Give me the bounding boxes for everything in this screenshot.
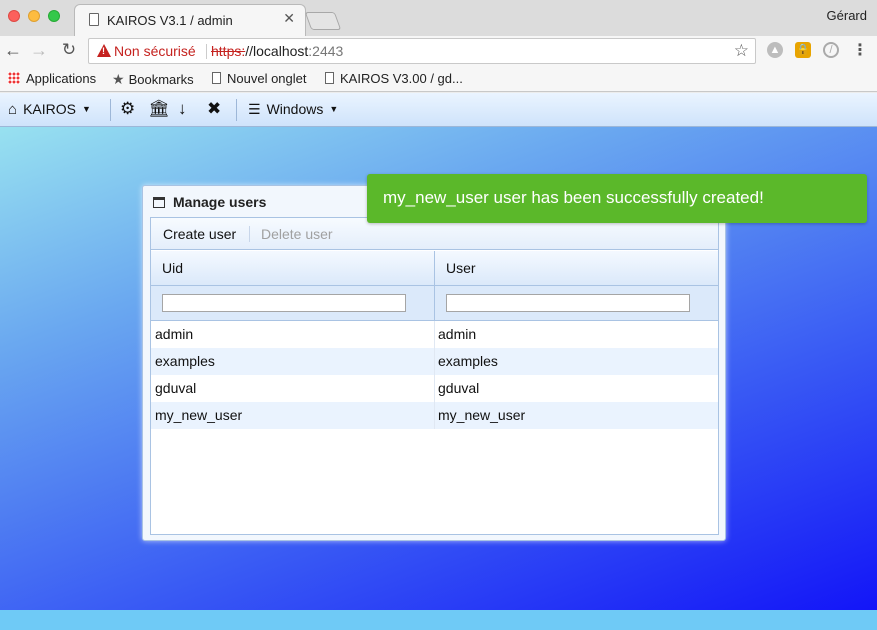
column-header-uid[interactable]: Uid xyxy=(151,251,434,285)
apps-grid-icon xyxy=(8,72,20,84)
arrow-down-icon[interactable]: ↓ xyxy=(178,99,187,119)
user-filter-input[interactable] xyxy=(446,294,690,312)
uid-cell: examples xyxy=(155,353,215,369)
user-cell: admin xyxy=(438,326,477,342)
bookmark-star-icon[interactable]: ☆ xyxy=(734,41,749,61)
bank-icon[interactable]: 🏛 xyxy=(148,99,170,119)
column-label: User xyxy=(446,260,476,276)
user-cell: gduval xyxy=(438,380,480,396)
uid-filter-input[interactable] xyxy=(162,294,406,312)
menu-divider xyxy=(110,99,111,121)
browser-tab-bar: KAIROS V3.1 / admin ✕ Gérard xyxy=(0,0,877,36)
uid-cell: admin xyxy=(155,326,194,342)
success-notification[interactable]: my_new_user user has been successfully c… xyxy=(367,174,867,223)
filter-cell-uid xyxy=(151,286,434,320)
bookmark-kairos[interactable]: KAIROS V3.00 / gd... xyxy=(325,71,463,86)
maximize-window-button[interactable] xyxy=(48,10,60,22)
kairos-menu[interactable]: ⌂ KAIROS ▼ xyxy=(8,101,91,118)
column-divider xyxy=(434,321,435,429)
chevron-down-icon: ▼ xyxy=(81,104,91,114)
gear-icon[interactable]: ⚙ xyxy=(120,99,135,119)
bookmark-new-tab[interactable]: Nouvel onglet xyxy=(212,71,307,86)
page-icon xyxy=(89,13,99,26)
url-scheme: https: xyxy=(211,43,246,59)
tab-close-icon[interactable]: ✕ xyxy=(283,10,295,27)
toolbar-divider xyxy=(249,226,250,242)
address-bar[interactable]: Non sécurisé https://localhost:2443 ☆ xyxy=(88,38,756,64)
bookmarks-bar: Applications ★ Bookmarks Nouvel onglet KA… xyxy=(0,66,877,92)
user-cell: examples xyxy=(438,353,498,369)
page-icon xyxy=(212,72,221,84)
browser-menu-icon[interactable]: ⋮ xyxy=(852,40,868,60)
filter-cell-user xyxy=(434,286,718,320)
uid-cell: my_new_user xyxy=(155,407,243,423)
user-cell: my_new_user xyxy=(438,407,526,423)
windows-menu[interactable]: ☰ Windows ▼ xyxy=(248,101,338,118)
page-icon xyxy=(325,72,334,84)
block-extension-icon[interactable]: / xyxy=(823,42,839,58)
grid-header: Uid User xyxy=(151,251,718,286)
dialog-title-bar[interactable]: Manage users xyxy=(153,194,266,210)
minimize-window-button[interactable] xyxy=(28,10,40,22)
column-label: Uid xyxy=(162,260,184,276)
drive-extension-icon[interactable]: ▲ xyxy=(767,42,783,58)
close-window-button[interactable] xyxy=(8,10,20,22)
bookmark-label: KAIROS V3.00 / gd... xyxy=(340,71,463,86)
warning-icon[interactable] xyxy=(97,44,111,57)
grid-rows: admin admin examples examples gduval gdu… xyxy=(151,321,718,429)
close-icon[interactable]: ✖ xyxy=(207,99,221,119)
list-icon: ☰ xyxy=(248,101,261,117)
security-label[interactable]: Non sécurisé xyxy=(114,43,196,59)
bookmark-bookmarks[interactable]: ★ Bookmarks xyxy=(112,71,194,88)
reload-button[interactable]: ↻ xyxy=(58,39,80,61)
dialog-title: Manage users xyxy=(173,194,267,210)
app-menubar: ⌂ KAIROS ▼ ⚙ 🏛 ↓ ✖ ☰ Windows ▼ xyxy=(0,93,877,127)
grid-filter-row xyxy=(151,286,718,321)
window-icon xyxy=(153,197,165,208)
uid-cell: gduval xyxy=(155,380,197,396)
column-header-user[interactable]: User xyxy=(434,251,718,285)
dialog-body: Create user Delete user Uid User admin a… xyxy=(150,217,719,535)
url-host: //localhost xyxy=(245,43,309,59)
bookmark-applications[interactable]: Applications xyxy=(8,71,96,86)
bookmark-label: Nouvel onglet xyxy=(227,71,307,86)
notification-message: my_new_user user has been successfully c… xyxy=(383,188,764,207)
back-button[interactable]: ← xyxy=(2,39,24,61)
chevron-down-icon: ▼ xyxy=(329,104,339,114)
lock-extension-icon[interactable]: 🔒 xyxy=(795,42,811,58)
bookmark-label: Bookmarks xyxy=(128,72,194,87)
url-port: :2443 xyxy=(308,43,344,59)
create-user-button[interactable]: Create user xyxy=(163,226,236,242)
bookmark-label: Applications xyxy=(26,71,97,86)
home-icon: ⌂ xyxy=(8,101,18,118)
browser-tab[interactable]: KAIROS V3.1 / admin ✕ xyxy=(74,4,306,36)
profile-name[interactable]: Gérard xyxy=(827,8,867,23)
omnibox-divider xyxy=(206,44,207,59)
menu-divider xyxy=(236,99,237,121)
windows-menu-label: Windows xyxy=(266,101,324,117)
tab-title: KAIROS V3.1 / admin xyxy=(107,13,233,28)
manage-users-dialog: Manage users Create user Delete user Uid… xyxy=(142,185,726,541)
star-icon: ★ xyxy=(112,71,125,87)
new-tab-button[interactable] xyxy=(304,12,342,30)
url-text[interactable]: https://localhost:2443 xyxy=(211,43,343,59)
delete-user-button[interactable]: Delete user xyxy=(261,226,333,242)
users-grid: Uid User admin admin examples examples g… xyxy=(151,251,718,429)
app-bottom-bar xyxy=(0,610,877,630)
forward-button[interactable]: → xyxy=(28,39,50,61)
kairos-menu-label: KAIROS xyxy=(23,101,76,117)
browser-toolbar: ← → ↻ Non sécurisé https://localhost:244… xyxy=(0,36,877,66)
app-desktop: ⌂ KAIROS ▼ ⚙ 🏛 ↓ ✖ ☰ Windows ▼ Manage users … xyxy=(0,93,877,630)
